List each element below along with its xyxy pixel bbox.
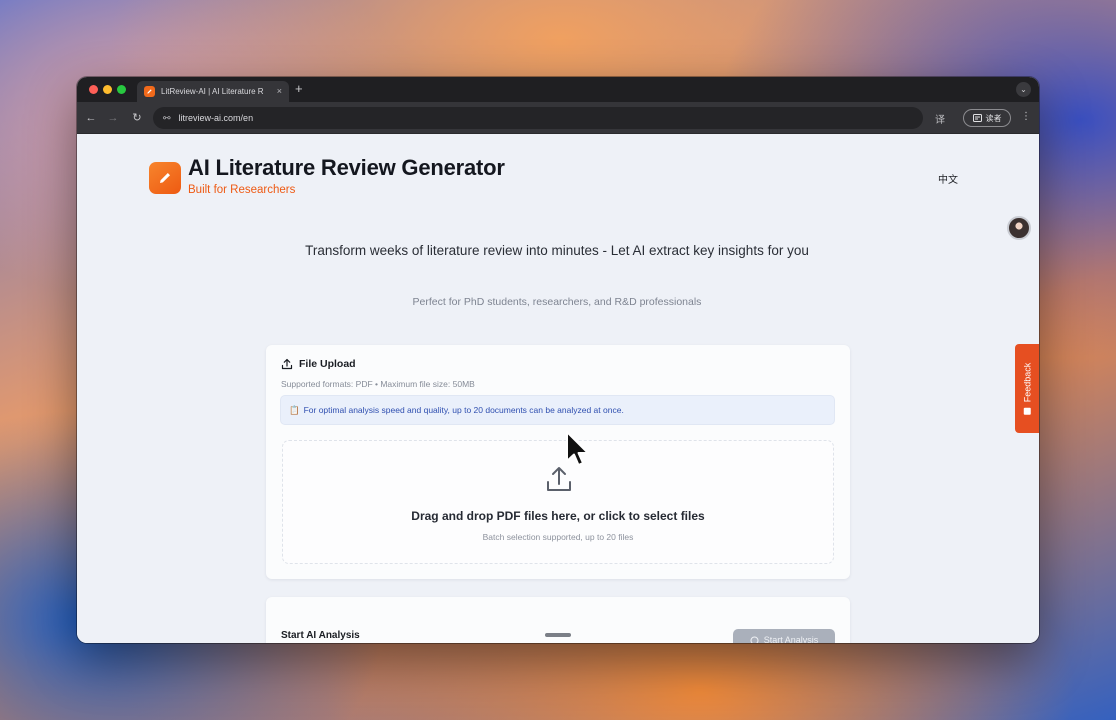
app-logo	[149, 162, 181, 194]
dropzone-text: Drag and drop PDF files here, or click t…	[411, 509, 705, 523]
file-dropzone[interactable]: Drag and drop PDF files here, or click t…	[282, 440, 834, 564]
browser-toolbar: ← → ↻ ⚯ litreview-ai.com/en 译 读者 ⋮	[77, 102, 1039, 134]
tab-close-icon[interactable]: ×	[277, 87, 282, 96]
page-content: AI Literature Review Generator Built for…	[77, 134, 1039, 643]
start-analysis-button[interactable]: Start Analysis	[733, 629, 835, 643]
site-settings-icon[interactable]: ⚯	[163, 113, 171, 124]
hero-tagline: Transform weeks of literature review int…	[305, 243, 809, 258]
reader-mode-label: 读者	[985, 113, 1002, 123]
page-title: AI Literature Review Generator	[188, 155, 505, 180]
file-upload-card: File Upload Supported formats: PDF • Max…	[266, 345, 850, 579]
upload-cloud-icon	[547, 467, 571, 491]
browser-window: LitReview-AI | AI Literature R × + ⌄ ← →…	[77, 77, 1039, 643]
analysis-title: Start AI Analysis	[281, 630, 360, 641]
hero-audience: Perfect for PhD students, researchers, a…	[412, 296, 702, 308]
address-bar[interactable]: ⚯ litreview-ai.com/en	[153, 107, 923, 129]
mouse-cursor-icon	[566, 431, 589, 466]
maximize-window-button[interactable]	[117, 85, 126, 94]
user-avatar[interactable]	[1007, 216, 1031, 240]
browser-tab[interactable]: LitReview-AI | AI Literature R ×	[137, 81, 289, 102]
supported-formats-text: Supported formats: PDF • Maximum file si…	[281, 379, 475, 389]
close-window-button[interactable]	[89, 85, 98, 94]
reader-mode-button[interactable]: 读者	[963, 109, 1011, 127]
translate-icon[interactable]: 译	[935, 111, 945, 126]
tab-title: LitReview-AI | AI Literature R	[161, 87, 264, 96]
start-analysis-label: Start Analysis	[763, 635, 819, 643]
upload-notice: 📋 For optimal analysis speed and quality…	[280, 395, 835, 425]
language-toggle-button[interactable]: 中文	[932, 167, 964, 189]
feedback-button[interactable]: Feedback	[1015, 344, 1039, 433]
favicon-icon	[144, 86, 155, 97]
dropzone-subtext: Batch selection supported, up to 20 file…	[482, 532, 634, 542]
pencil-icon	[160, 173, 170, 183]
reader-icon	[972, 114, 982, 122]
file-upload-title-text: File Upload	[299, 358, 356, 370]
upload-icon	[281, 358, 293, 370]
clipboard-icon: 📋	[289, 404, 300, 415]
page-subtitle: Built for Researchers	[188, 184, 296, 196]
reload-button[interactable]: ↻	[129, 110, 145, 126]
scroll-indicator	[545, 633, 571, 637]
url-text: litreview-ai.com/en	[178, 113, 254, 123]
browser-menu-button[interactable]: ⋮	[1021, 111, 1031, 122]
new-tab-button[interactable]: +	[295, 82, 303, 95]
tab-strip: LitReview-AI | AI Literature R × + ⌄	[77, 77, 1039, 102]
upload-notice-text: For optimal analysis speed and quality, …	[303, 405, 624, 415]
feedback-icon	[1023, 407, 1031, 415]
sparkle-icon	[750, 636, 759, 643]
minimize-window-button[interactable]	[103, 85, 112, 94]
back-button[interactable]: ←	[83, 110, 99, 126]
forward-button[interactable]: →	[105, 110, 121, 126]
feedback-label: Feedback	[1022, 362, 1032, 402]
file-upload-title: File Upload	[281, 358, 356, 370]
tab-search-button[interactable]: ⌄	[1016, 82, 1031, 97]
